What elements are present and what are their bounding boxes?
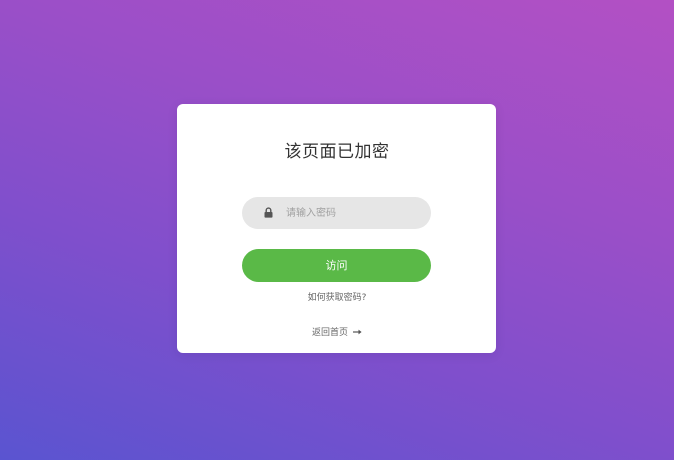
- password-field[interactable]: [242, 197, 431, 229]
- lock-icon: [264, 207, 273, 218]
- back-home-link[interactable]: 返回首页: [312, 326, 362, 340]
- arrow-right-icon: [353, 329, 362, 334]
- password-input[interactable]: [286, 197, 421, 229]
- get-password-link[interactable]: 如何获取密码?: [0, 291, 674, 305]
- back-home-label: 返回首页: [312, 328, 349, 338]
- visit-button[interactable]: 访问: [242, 249, 431, 282]
- page-title: 该页面已加密: [284, 142, 390, 162]
